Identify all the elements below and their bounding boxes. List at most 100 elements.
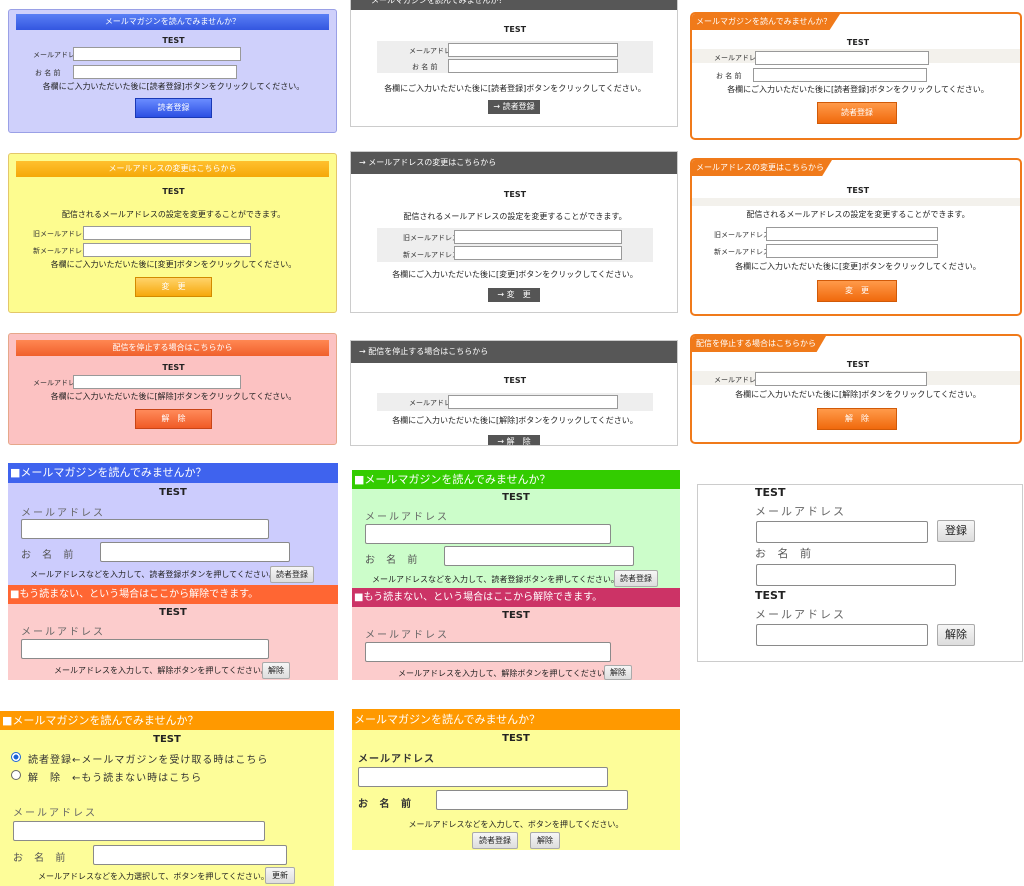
form-header: 配信を停止する場合はこちらから bbox=[692, 336, 826, 352]
form-caption: TEST bbox=[755, 486, 786, 499]
change-button[interactable]: 変 更 bbox=[135, 277, 212, 297]
cancel-button[interactable]: → 解 除 bbox=[488, 435, 540, 445]
name-label: お 名 前 bbox=[755, 547, 815, 560]
form-header: → メールアドレスの変更はこちらから bbox=[351, 152, 677, 174]
email-field[interactable] bbox=[73, 47, 241, 61]
form-caption-2: TEST bbox=[755, 589, 786, 602]
change-button[interactable]: → 変 更 bbox=[488, 288, 540, 302]
unsubscribe-button[interactable]: 解除 bbox=[604, 665, 632, 680]
form-note: メールアドレスなどを入力して、ボタンを押してください。 bbox=[408, 820, 624, 829]
email-field[interactable] bbox=[13, 821, 265, 841]
subscribe-button[interactable]: 読者登録 bbox=[614, 570, 658, 587]
form-note: メールアドレスなどを入力選択して、ボタンを押してください。 bbox=[38, 872, 269, 881]
subscribe-button[interactable]: 読者登録 bbox=[817, 102, 897, 124]
email-field[interactable] bbox=[755, 51, 929, 65]
form-header: メールマガジンを読んでみませんか？ bbox=[692, 14, 840, 30]
subscribe-button[interactable]: → 読者登録 bbox=[488, 100, 540, 114]
email-field[interactable] bbox=[756, 521, 928, 543]
subscribe-button[interactable]: 読者登録 bbox=[270, 566, 314, 583]
mail-label: メールアドレス bbox=[755, 505, 846, 518]
form-caption: TEST bbox=[846, 360, 870, 369]
simple-unsubscribe-pink: ■もう読まない、という場合はここから解除できます。 TEST メールアドレス メ… bbox=[8, 585, 338, 680]
form-row-bg bbox=[692, 198, 1020, 206]
name-field[interactable] bbox=[73, 65, 237, 79]
name-field[interactable] bbox=[756, 564, 956, 586]
name-field[interactable] bbox=[100, 542, 290, 562]
name-label: お 名 前 bbox=[35, 69, 61, 77]
email-field[interactable] bbox=[358, 767, 608, 787]
radio-form-yellow: ■メールマガジンを読んでみませんか？ TEST 読者登録←メールマガジンを受け取… bbox=[0, 711, 334, 886]
subscribe-button[interactable]: 読者登録 bbox=[472, 832, 518, 849]
form-note: 各欄にご入力いただいた後に[解除]ボタンをクリックしてください。 bbox=[735, 390, 981, 399]
radio-unsubscribe[interactable] bbox=[11, 770, 21, 780]
name-label: お 名 前 bbox=[365, 555, 422, 566]
name-field[interactable] bbox=[436, 790, 628, 810]
subscribe-form-gray: メールマガジンを読んでみませんか？ TEST メールアドレス お 名 前 各欄に… bbox=[350, 0, 678, 127]
form-note: 各欄にご入力いただいた後に[読者登録]ボタンをクリックしてください。 bbox=[384, 84, 646, 93]
email-field[interactable] bbox=[21, 639, 269, 659]
name-field[interactable] bbox=[444, 546, 634, 566]
mail-label: メールアドレス bbox=[21, 508, 105, 519]
form-caption: TEST bbox=[502, 610, 530, 621]
email-field-2[interactable] bbox=[756, 624, 928, 646]
plain-form: TEST メールアドレス 登録 お 名 前 TEST メールアドレス 解除 bbox=[697, 484, 1023, 662]
email-field[interactable] bbox=[365, 642, 611, 662]
email-field[interactable] bbox=[448, 43, 618, 57]
form-caption: TEST bbox=[162, 36, 185, 45]
form-note: 各欄にご入力いただいた後に[解除]ボタンをクリックしてください。 bbox=[50, 392, 297, 401]
mail-label: メールアドレス bbox=[365, 512, 449, 523]
name-field[interactable] bbox=[448, 59, 618, 73]
old-email-field[interactable] bbox=[83, 226, 251, 240]
form-header: メールマガジンを読んでみませんか？ bbox=[352, 709, 680, 730]
old-email-field[interactable] bbox=[454, 230, 622, 244]
mail-label: メールアドレス bbox=[358, 754, 435, 765]
name-label: お 名 前 bbox=[716, 72, 742, 80]
form-note: 各欄にご入力いただいた後に[読者登録]ボタンをクリックしてください。 bbox=[727, 85, 989, 94]
change-button[interactable]: 変 更 bbox=[817, 280, 897, 302]
form-description: 配信されるメールアドレスの設定を変更することができます。 bbox=[61, 210, 286, 219]
form-description: 配信されるメールアドレスの設定を変更することができます。 bbox=[403, 212, 627, 221]
mail-label: メールアドレス bbox=[21, 627, 105, 638]
form-description: 配信されるメールアドレスの設定を変更することができます。 bbox=[746, 210, 970, 219]
cancel-button[interactable]: 解 除 bbox=[817, 408, 897, 430]
form-note: メールアドレスを入力して、解除ボタンを押してください。 bbox=[54, 666, 269, 675]
update-button[interactable]: 更新 bbox=[265, 867, 295, 884]
unsubscribe-button[interactable]: 解除 bbox=[530, 832, 560, 849]
form-note: メールアドレスを入力して、解除ボタンを押してください。 bbox=[398, 669, 613, 678]
new-email-field[interactable] bbox=[83, 243, 251, 257]
subscribe-button[interactable]: 読者登録 bbox=[135, 98, 212, 118]
cancel-form-orange: 配信を停止する場合はこちらから TEST メールアドレス 各欄にご入力いただいた… bbox=[690, 334, 1022, 444]
name-label: お 名 前 bbox=[21, 550, 78, 561]
form-header: ■もう読まない、という場合はここから解除できます。 bbox=[8, 585, 338, 604]
cancel-form-pink: 配信を停止する場合はこちらから TEST メールアドレス 各欄にご入力いただいた… bbox=[8, 333, 337, 445]
email-field[interactable] bbox=[448, 395, 618, 409]
name-field[interactable] bbox=[93, 845, 287, 865]
old-email-field[interactable] bbox=[766, 227, 938, 241]
new-email-field[interactable] bbox=[766, 244, 938, 258]
email-field[interactable] bbox=[73, 375, 241, 389]
form-header: メールマガジンを読んでみませんか？ bbox=[16, 14, 329, 30]
simple-subscribe-blue: ■メールマガジンを読んでみませんか？ TEST メールアドレス お 名 前 メー… bbox=[8, 463, 338, 585]
form-note: メールアドレスなどを入力して、読者登録ボタンを押してください。 bbox=[30, 570, 277, 579]
name-label: お 名 前 bbox=[412, 63, 438, 71]
form-caption: TEST bbox=[502, 733, 530, 744]
old-mail-label: 旧メールアドレス bbox=[714, 231, 770, 239]
form-header: メールマガジンを読んでみませんか？ bbox=[351, 0, 677, 10]
unsubscribe-button[interactable]: 解除 bbox=[937, 624, 975, 646]
subscribe-button[interactable]: 登録 bbox=[937, 520, 975, 542]
unsubscribe-button[interactable]: 解除 bbox=[262, 662, 290, 679]
change-form-gray: → メールアドレスの変更はこちらから TEST 配信されるメールアドレスの設定を… bbox=[350, 151, 678, 313]
radio-subscribe-label: 読者登録←メールマガジンを受け取る時はこちら bbox=[28, 755, 269, 766]
radio-subscribe[interactable] bbox=[11, 752, 21, 762]
email-field[interactable] bbox=[365, 524, 611, 544]
cancel-button[interactable]: 解 除 bbox=[135, 409, 212, 429]
subscribe-form-blue: メールマガジンを読んでみませんか？ TEST メールアドレス お 名 前 各欄に… bbox=[8, 9, 337, 133]
form-caption: TEST bbox=[159, 487, 187, 498]
new-email-field[interactable] bbox=[454, 246, 622, 260]
form-caption: TEST bbox=[153, 734, 181, 745]
form-header: ■もう読まない、という場合はここから解除できます。 bbox=[352, 588, 680, 607]
form-caption: TEST bbox=[162, 363, 185, 372]
name-field[interactable] bbox=[753, 68, 927, 82]
email-field[interactable] bbox=[21, 519, 269, 539]
email-field[interactable] bbox=[755, 372, 927, 386]
